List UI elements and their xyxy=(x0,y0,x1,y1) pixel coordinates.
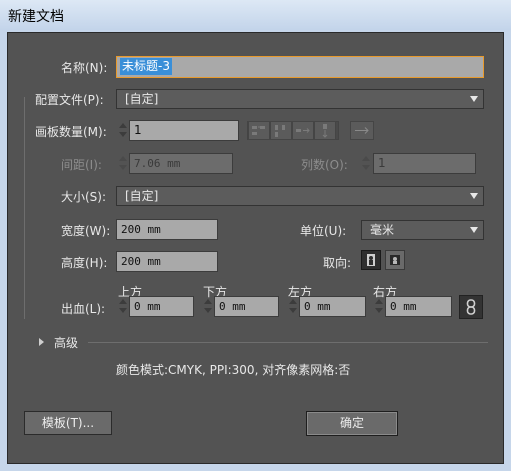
right-to-left-icon[interactable] xyxy=(350,121,374,140)
spacing-label: 间距(I): xyxy=(61,158,102,172)
title-bar: 新建文档 xyxy=(0,0,511,30)
bleed-right-field[interactable]: 0 mm xyxy=(385,296,452,317)
artboards-label: 画板数量(M): xyxy=(35,125,107,139)
bleed-left-field[interactable]: 0 mm xyxy=(299,296,366,317)
size-select[interactable]: [自定] xyxy=(116,186,484,206)
landscape-icon xyxy=(390,255,400,265)
ok-button[interactable]: 确定 xyxy=(306,411,398,436)
profile-select[interactable]: [自定] xyxy=(116,89,484,109)
new-document-dialog: 名称(N): 未标题-3 配置文件(P): [自定] 画板数量(M): 1 间距… xyxy=(7,32,504,464)
units-label: 单位(U): xyxy=(300,224,347,238)
orientation-label: 取向: xyxy=(323,256,352,270)
portrait-orientation-button[interactable] xyxy=(361,250,381,270)
bleed-top-stepper[interactable] xyxy=(117,296,129,317)
artboards-stepper[interactable] xyxy=(117,120,129,141)
profile-value: [自定] xyxy=(125,92,159,106)
units-value: 毫米 xyxy=(370,223,395,237)
spacing-field: 7.06 mm xyxy=(129,153,233,174)
templates-button[interactable]: 模板(T)... xyxy=(24,411,112,435)
bleed-label: 出血(L): xyxy=(61,302,106,316)
chevron-down-icon xyxy=(470,96,478,102)
columns-field: 1 xyxy=(373,153,476,174)
artboards-field[interactable]: 1 xyxy=(129,120,239,141)
arrange-by-row-icon[interactable] xyxy=(292,121,314,140)
name-value: 未标题-3 xyxy=(120,58,172,75)
bleed-top-field[interactable]: 0 mm xyxy=(129,296,194,317)
chevron-down-icon xyxy=(470,193,478,199)
arrange-by-column-icon[interactable] xyxy=(314,121,336,140)
spacing-stepper xyxy=(117,153,129,174)
bleed-left-stepper[interactable] xyxy=(287,296,299,317)
bleed-bottom-stepper[interactable] xyxy=(202,296,214,317)
window-title: 新建文档 xyxy=(8,9,64,25)
document-info: 颜色模式:CMYK, PPI:300, 对齐像素网格:否 xyxy=(116,363,351,377)
window: 新建文档 名称(N): 未标题-3 配置文件(P): [自定] 画板数量(M):… xyxy=(0,0,511,471)
size-value: [自定] xyxy=(125,189,159,203)
link-bleed-button[interactable] xyxy=(459,295,483,319)
units-select[interactable]: 毫米 xyxy=(361,220,484,240)
height-field[interactable]: 200 mm xyxy=(116,251,218,272)
name-field[interactable]: 未标题-3 xyxy=(116,56,484,78)
landscape-orientation-button[interactable] xyxy=(385,250,405,270)
width-label: 宽度(W): xyxy=(61,224,111,238)
name-label: 名称(N): xyxy=(61,61,108,75)
columns-label: 列数(O): xyxy=(301,158,348,172)
chevron-down-icon xyxy=(470,227,478,233)
bleed-bottom-field[interactable]: 0 mm xyxy=(214,296,279,317)
width-field[interactable]: 200 mm xyxy=(116,219,218,240)
artboard-layout-buttons xyxy=(247,121,339,140)
grid-by-row-icon[interactable] xyxy=(248,121,270,140)
height-label: 高度(H): xyxy=(61,256,108,270)
expand-triangle-icon[interactable] xyxy=(39,338,44,346)
grid-by-column-icon[interactable] xyxy=(270,121,292,140)
advanced-label[interactable]: 高级 xyxy=(54,334,78,351)
portrait-icon xyxy=(367,254,375,266)
chain-link-icon xyxy=(466,299,476,315)
columns-stepper xyxy=(360,153,372,174)
bleed-right-stepper[interactable] xyxy=(373,296,385,317)
advanced-divider xyxy=(88,342,488,343)
profile-label: 配置文件(P): xyxy=(35,91,106,108)
size-label: 大小(S): xyxy=(61,190,107,204)
